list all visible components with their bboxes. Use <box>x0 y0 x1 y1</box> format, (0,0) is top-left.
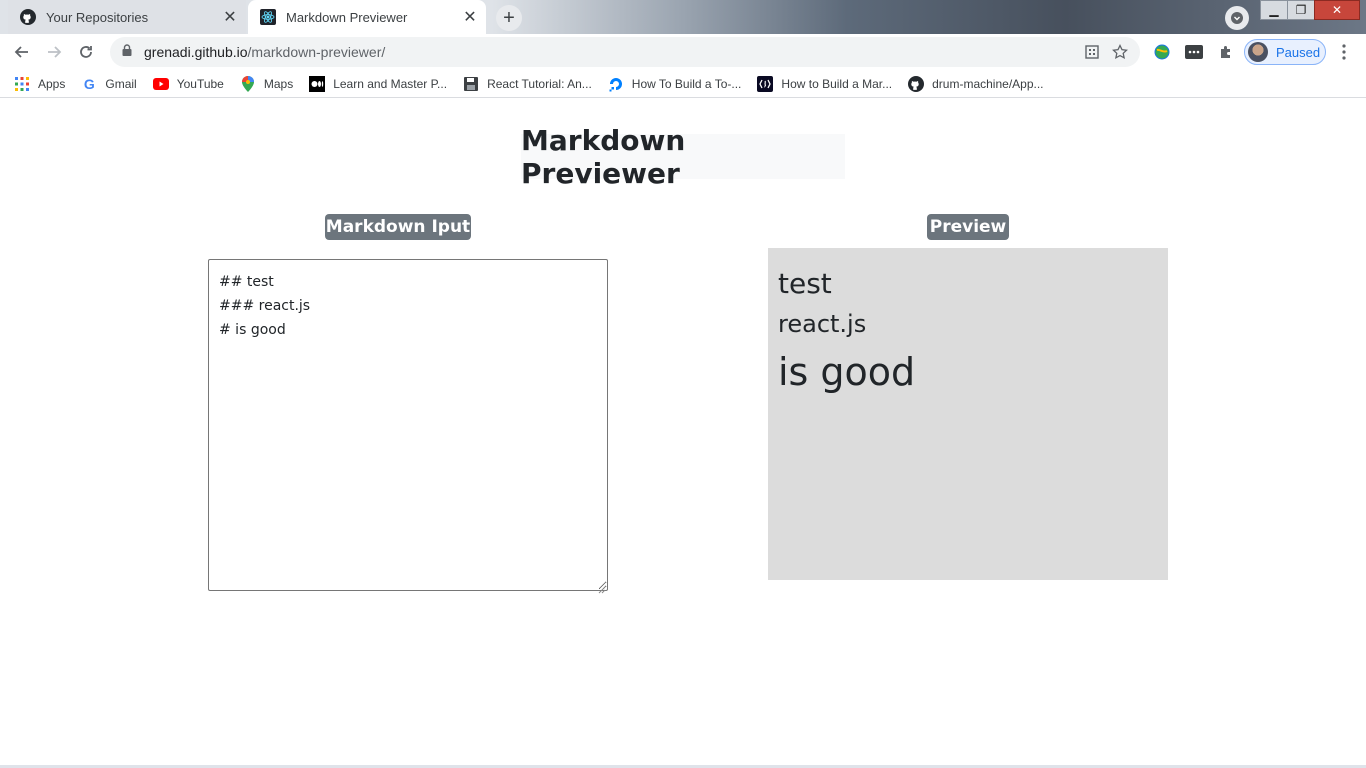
extension-globe-icon[interactable] <box>1148 38 1176 66</box>
close-tab-icon[interactable]: ✕ <box>460 7 480 27</box>
tab-title: Your Repositories <box>46 9 149 25</box>
qr-code-icon[interactable] <box>1078 38 1106 66</box>
bookmark-label: Gmail <box>105 76 137 91</box>
markdown-editor[interactable] <box>208 259 608 591</box>
extensions-puzzle-icon[interactable] <box>1212 38 1240 66</box>
bookmark-label: Maps <box>263 76 294 91</box>
medium-icon <box>309 75 326 92</box>
profile-status: Paused <box>1276 44 1321 60</box>
reload-icon <box>80 46 92 58</box>
address-bar[interactable]: grenadi.github.io/markdown-previewer/ <box>110 37 1140 67</box>
tab-markdown-previewer[interactable]: Markdown Previewer ✕ <box>248 0 486 34</box>
youtube-icon <box>152 76 169 92</box>
arrow-left-icon <box>14 46 28 58</box>
bookmark-react-tutorial[interactable]: React Tutorial: An... <box>463 72 592 96</box>
bookmark-gmail[interactable]: G Gmail <box>81 72 137 96</box>
preview-panel: test react.js is good <box>768 248 1168 580</box>
tab-search-button[interactable] <box>1225 6 1249 30</box>
maps-pin-icon <box>240 75 256 92</box>
avatar <box>1248 42 1268 62</box>
bookmark-label: How To Build a To-... <box>631 76 742 91</box>
new-tab-button[interactable]: + <box>496 5 522 31</box>
bookmark-label: Apps <box>38 76 66 91</box>
preview-heading-3: react.js <box>778 310 867 338</box>
bookmark-label: How to Build a Mar... <box>781 76 893 91</box>
url-path: /markdown-previewer/ <box>247 44 386 60</box>
freecodecamp-icon <box>757 75 774 92</box>
page-content: Markdown Previewer Markdown Iput Preview… <box>0 103 1366 768</box>
floppy-icon <box>463 76 479 92</box>
url-host: grenadi.github.io <box>144 44 248 60</box>
url-text: grenadi.github.io/markdown-previewer/ <box>144 44 1078 60</box>
minimize-window-button[interactable]: ▁ <box>1260 0 1288 20</box>
lock-icon <box>122 43 132 61</box>
github-icon <box>20 9 36 25</box>
bookmark-learn-master[interactable]: Learn and Master P... <box>309 72 447 96</box>
browser-toolbar: grenadi.github.io/markdown-previewer/ Pa… <box>0 34 1366 70</box>
bookmark-label: React Tutorial: An... <box>487 76 592 91</box>
bookmark-drum-machine[interactable]: drum-machine/App... <box>908 72 1044 96</box>
bookmark-todo[interactable]: How To Build a To-... <box>608 72 742 96</box>
digitalocean-icon <box>608 76 624 92</box>
close-tab-icon[interactable]: ✕ <box>220 7 240 27</box>
preview-label: Preview <box>927 214 1009 240</box>
bookmark-label: drum-machine/App... <box>932 76 1044 91</box>
extension-dots-icon[interactable] <box>1180 38 1208 66</box>
chevron-down-icon <box>1231 12 1243 24</box>
kebab-menu-icon[interactable] <box>1334 38 1354 66</box>
preview-heading-2: test <box>778 267 832 300</box>
restore-window-button[interactable]: ❐ <box>1287 0 1315 20</box>
tab-strip: Your Repositories ✕ Markdown Previewer ✕… <box>0 0 1366 34</box>
github-icon <box>908 75 925 92</box>
react-icon <box>260 9 276 25</box>
google-icon: G <box>83 75 95 92</box>
profile-button[interactable]: Paused <box>1244 39 1326 65</box>
bookmark-label: Learn and Master P... <box>333 76 448 91</box>
bookmark-markdown[interactable]: How to Build a Mar... <box>757 72 892 96</box>
bookmark-youtube[interactable]: YouTube <box>152 72 224 96</box>
apps-grid-icon <box>14 76 30 92</box>
forward-button[interactable] <box>40 38 68 66</box>
bookmarks-bar: Apps G Gmail YouTube Maps Learn and Mast… <box>0 70 1366 98</box>
bookmark-apps[interactable]: Apps <box>14 72 65 96</box>
arrow-right-icon <box>48 46 62 58</box>
bookmark-star-icon[interactable] <box>1106 38 1134 66</box>
back-button[interactable] <box>8 38 36 66</box>
close-window-button[interactable]: ✕ <box>1314 0 1360 20</box>
markdown-input-label: Markdown Iput <box>325 214 471 240</box>
page-title: Markdown Previewer <box>521 124 845 190</box>
tab-title: Markdown Previewer <box>286 9 408 25</box>
resize-handle-icon[interactable] <box>596 579 606 594</box>
bookmark-maps[interactable]: Maps <box>240 72 293 96</box>
tab-your-repositories[interactable]: Your Repositories ✕ <box>8 0 246 34</box>
reload-button[interactable] <box>72 38 100 66</box>
preview-heading-1: is good <box>778 350 916 394</box>
bookmark-label: YouTube <box>176 76 224 91</box>
